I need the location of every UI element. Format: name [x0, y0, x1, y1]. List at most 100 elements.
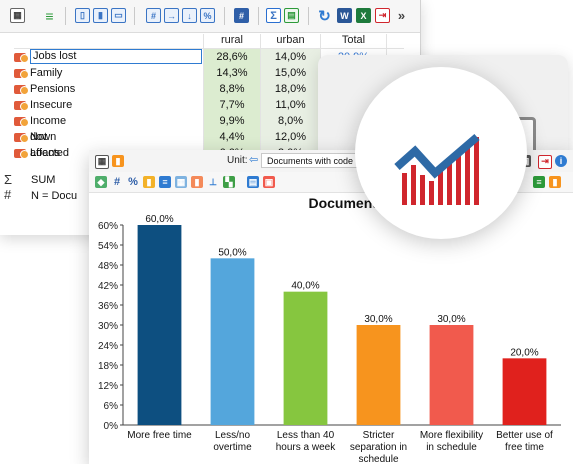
chart-view-icon[interactable]: ▮	[112, 155, 124, 167]
word-export-icon[interactable]: W	[337, 8, 352, 23]
bar[interactable]	[137, 225, 182, 425]
y-tick-label: 12%	[98, 381, 118, 392]
cell-rural: 9,9%	[204, 113, 260, 129]
excel-export-icon[interactable]: X	[356, 8, 371, 23]
hash-toggle-icon[interactable]: #	[234, 8, 249, 23]
sum-icon[interactable]: Σ	[266, 8, 281, 23]
list-icon[interactable]: ≡	[159, 176, 171, 188]
x-category-label: More free time	[127, 430, 192, 441]
x-category-label: Less than 40	[277, 430, 335, 441]
count-row-symbol: #	[4, 187, 12, 202]
bar-value-label: 30,0%	[364, 314, 392, 325]
percent-icon[interactable]: %	[200, 8, 215, 23]
bar-sort-icon[interactable]: ▮	[143, 176, 155, 188]
row-label[interactable]: Loans	[30, 145, 60, 161]
unit-label: Unit:	[227, 155, 248, 166]
grid-lines-icon[interactable]: ▦	[175, 176, 187, 188]
code-icon	[14, 53, 29, 63]
x-category-label: in schedule	[426, 442, 477, 453]
x-category-label: Less/no	[215, 430, 250, 441]
x-category-label: schedule	[358, 454, 398, 464]
code-icon	[14, 101, 29, 111]
export-icon[interactable]: ⇥	[375, 8, 390, 23]
code-list-icon[interactable]: ≡	[42, 8, 57, 24]
arrow-down-icon[interactable]: ↓	[182, 8, 197, 23]
cell-urban: 11,0%	[261, 97, 320, 113]
analytics-badge	[355, 67, 527, 239]
refresh-icon[interactable]: ↻	[317, 8, 332, 25]
bar-value-label: 20,0%	[510, 347, 538, 358]
percent-icon[interactable]: %	[127, 176, 139, 188]
image-icon[interactable]: ▣	[263, 176, 275, 188]
code-icon	[14, 117, 29, 127]
cell-urban: 14,0%	[261, 49, 320, 65]
code-icon	[14, 85, 29, 95]
column-header-rural: rural	[220, 34, 243, 46]
column-chart-icon[interactable]: ▮	[191, 176, 203, 188]
legend-icon[interactable]: ▤	[247, 176, 259, 188]
x-category-label: overtime	[213, 442, 252, 453]
row-label[interactable]: Not affected	[30, 129, 69, 159]
green-list-icon[interactable]: ≡	[533, 176, 545, 188]
excel-table-icon[interactable]: ▤	[284, 8, 299, 23]
bar[interactable]	[283, 291, 328, 425]
grid-settings-icon[interactable]: ▦	[10, 8, 25, 23]
sum-row-symbol: Σ	[4, 172, 13, 187]
color-palette-icon[interactable]: ▚	[223, 176, 235, 188]
y-tick-label: 54%	[98, 241, 118, 252]
arrow-right-icon[interactable]: →	[164, 8, 179, 23]
unit-back-arrow-icon[interactable]: ⇦	[249, 153, 258, 166]
table-view-icon[interactable]: ▦	[95, 155, 109, 169]
bar-value-label: 30,0%	[437, 314, 465, 325]
code-icon	[14, 149, 29, 159]
y-tick-label: 24%	[98, 341, 118, 352]
cell-urban: 18,0%	[261, 81, 320, 97]
bar-value-label: 50,0%	[218, 247, 246, 258]
view-columns-icon[interactable]: ▮	[93, 8, 108, 23]
bar[interactable]	[356, 325, 401, 425]
cell-rural: 28,6%	[204, 49, 260, 65]
bar-value-label: 40,0%	[291, 281, 319, 292]
y-tick-label: 30%	[98, 321, 118, 332]
x-category-label: separation in	[350, 442, 407, 453]
more-icon[interactable]: »	[394, 8, 409, 23]
info-icon[interactable]: i	[555, 155, 567, 167]
x-category-label: Stricter	[363, 430, 395, 441]
hash-icon[interactable]: #	[111, 176, 123, 188]
cell-rural: 14,3%	[204, 65, 260, 81]
crosstab-toolbar: ▦ ≡ ▯ ▮ ▭ # → ↓ % # Σ ▤ ↻ W X ⇥ »	[0, 0, 420, 33]
y-tick-label: 6%	[104, 401, 119, 412]
row-label[interactable]: Income down	[30, 113, 66, 143]
code-icon	[14, 69, 29, 79]
count-row-label: N = Docu	[31, 190, 78, 202]
cell-urban: 15,0%	[261, 65, 320, 81]
y-tick-label: 48%	[98, 261, 118, 272]
row-label[interactable]: Pensions	[30, 81, 75, 97]
chart-trend-icon	[394, 133, 480, 205]
cell-rural: 4,4%	[204, 129, 260, 145]
row-label[interactable]: Jobs lost	[30, 49, 202, 64]
y-tick-label: 18%	[98, 361, 118, 372]
tag-icon[interactable]: ◆	[95, 176, 107, 188]
orange-chart-icon[interactable]: ▮	[549, 176, 561, 188]
export-icon[interactable]: ⇥	[538, 155, 552, 169]
cell-urban: 12,0%	[261, 129, 320, 145]
view-table-icon[interactable]: ▯	[75, 8, 90, 23]
cell-rural: 8,8%	[204, 81, 260, 97]
cell-urban: 8,0%	[261, 113, 320, 129]
bar[interactable]	[429, 325, 474, 425]
bar[interactable]	[210, 258, 255, 425]
bar-value-label: 60,0%	[145, 214, 173, 225]
column-header-total: Total	[341, 34, 366, 46]
axis-icon[interactable]: ⊥	[207, 176, 219, 188]
bar[interactable]	[502, 358, 547, 425]
view-rows-icon[interactable]: ▭	[111, 8, 126, 23]
row-label[interactable]: Insecure	[30, 97, 72, 113]
sum-row-label: SUM	[31, 174, 56, 186]
column-header-urban: urban	[276, 34, 305, 46]
code-icon	[14, 133, 29, 143]
row-label[interactable]: Family	[30, 65, 62, 81]
x-category-label: More flexibility	[420, 430, 483, 441]
hash-count-icon[interactable]: #	[146, 8, 161, 23]
y-tick-label: 60%	[98, 221, 118, 232]
